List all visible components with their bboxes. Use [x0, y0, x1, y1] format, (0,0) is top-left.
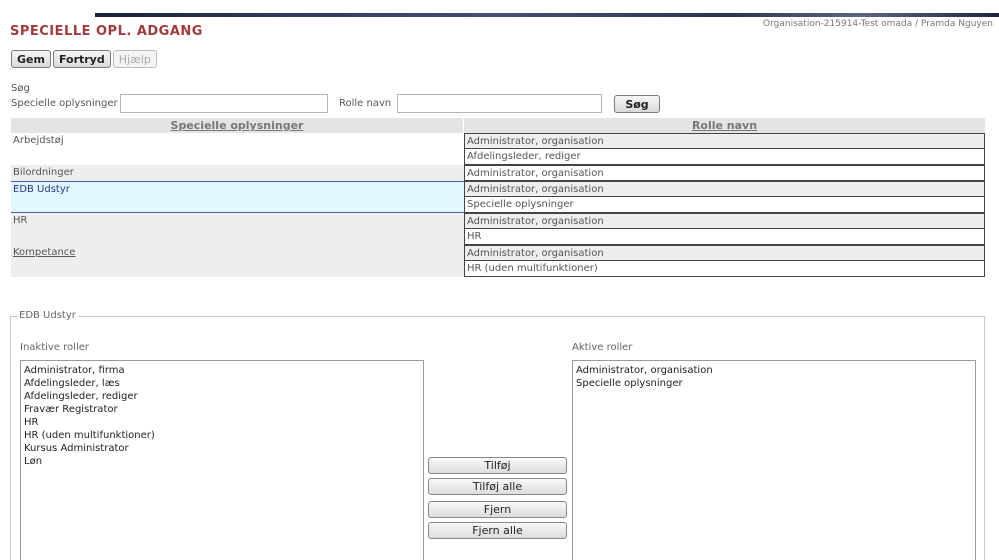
row-role: HR (uden multifunktioner)	[464, 261, 985, 277]
inactive-roles-label: Inaktive roller	[20, 342, 89, 353]
list-item[interactable]: Administrator, firma	[24, 364, 420, 377]
row-name[interactable]: Arbejdstøj	[11, 133, 464, 165]
header-banner	[95, 13, 999, 17]
role-name-search-input[interactable]	[397, 94, 602, 113]
panel-legend: EDB Udstyr	[17, 310, 78, 321]
row-name[interactable]: Bilordninger	[11, 165, 464, 181]
list-item[interactable]: Afdelingsleder, læs	[24, 377, 420, 390]
table-row[interactable]: Kompetance Administrator, organisation H…	[11, 245, 985, 277]
list-item[interactable]: HR	[24, 416, 420, 429]
special-info-search-input[interactable]	[120, 94, 328, 113]
org-user-label: Organisation-215914-Test omada / Pramda …	[763, 19, 993, 29]
table-row-selected[interactable]: EDB Udstyr Administrator, organisation S…	[11, 181, 985, 213]
row-role: Administrator, organisation	[464, 165, 985, 181]
remove-button[interactable]: Fjern	[428, 501, 567, 518]
col-header-role-name[interactable]: Rolle navn	[464, 118, 985, 133]
add-all-button[interactable]: Tilføj alle	[428, 478, 567, 495]
special-info-grid: Specielle oplysninger Rolle navn Arbejds…	[11, 118, 985, 277]
toolbar: Gem Fortryd Hjælp	[11, 50, 157, 68]
row-name[interactable]: EDB Udstyr	[11, 181, 464, 213]
remove-all-button[interactable]: Fjern alle	[428, 522, 567, 539]
row-name[interactable]: Kompetance	[11, 245, 464, 277]
list-item[interactable]: Fravær Registrator	[24, 403, 420, 416]
page-title: SPECIELLE OPL. ADGANG	[10, 24, 203, 39]
list-item[interactable]: Kursus Administrator	[24, 442, 420, 455]
role-assignment-panel: EDB Udstyr Inaktive roller Administrator…	[10, 310, 985, 560]
row-role: HR	[464, 229, 985, 245]
row-role: Administrator, organisation	[464, 213, 985, 229]
row-role: Administrator, organisation	[464, 133, 985, 149]
row-role: Specielle oplysninger	[464, 197, 985, 213]
active-roles-list[interactable]: Administrator, organisation Specielle op…	[572, 360, 976, 560]
role-name-search-label: Rolle navn	[339, 98, 392, 109]
list-item[interactable]: Specielle oplysninger	[576, 377, 972, 390]
add-button[interactable]: Tilføj	[428, 457, 567, 474]
list-item[interactable]: Løn	[24, 455, 420, 468]
inactive-roles-list[interactable]: Administrator, firma Afdelingsleder, læs…	[20, 360, 424, 560]
grid-header: Specielle oplysninger Rolle navn	[11, 118, 985, 133]
search-button[interactable]: Søg	[614, 95, 660, 113]
undo-button[interactable]: Fortryd	[52, 50, 111, 68]
search-row: Specielle oplysninger Rolle navn Søg	[11, 94, 961, 114]
list-item[interactable]: Afdelingsleder, rediger	[24, 390, 420, 403]
row-name[interactable]: HR	[11, 213, 464, 245]
help-button[interactable]: Hjælp	[112, 50, 157, 68]
table-row[interactable]: Arbejdstøj Administrator, organisation A…	[11, 133, 985, 165]
row-role: Afdelingsleder, rediger	[464, 149, 985, 165]
special-info-search-label: Specielle oplysninger	[11, 98, 118, 109]
save-button[interactable]: Gem	[11, 50, 51, 68]
list-item[interactable]: HR (uden multifunktioner)	[24, 429, 420, 442]
list-item[interactable]: Administrator, organisation	[576, 364, 972, 377]
row-role: Administrator, organisation	[464, 245, 985, 261]
row-role: Administrator, organisation	[464, 181, 985, 197]
table-row[interactable]: HR Administrator, organisation HR	[11, 213, 985, 245]
active-roles-label: Aktive roller	[572, 342, 633, 353]
table-row[interactable]: Bilordninger Administrator, organisation	[11, 165, 985, 181]
col-header-special-info[interactable]: Specielle oplysninger	[11, 118, 464, 133]
search-heading: Søg	[11, 83, 30, 94]
